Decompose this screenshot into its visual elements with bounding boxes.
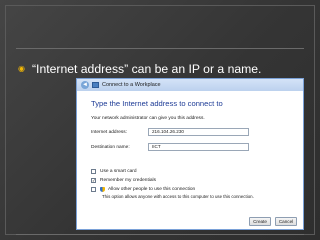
allow-others-label: Allow other people to use this connectio… xyxy=(108,186,196,192)
smart-card-option[interactable]: Use a smart card xyxy=(91,168,137,174)
allow-others-description: This option allows anyone with access to… xyxy=(102,194,254,199)
internet-address-label: Internet address: xyxy=(91,130,127,135)
smart-card-checkbox[interactable] xyxy=(91,168,96,174)
top-divider xyxy=(16,48,304,49)
remember-credentials-checkbox[interactable]: ✓ xyxy=(91,177,96,183)
dialog-heading: Type the Internet address to connect to xyxy=(91,99,223,108)
back-arrow-icon[interactable]: ◄ xyxy=(81,81,89,89)
network-icon xyxy=(92,82,99,88)
bullet-icon: ◉ xyxy=(18,64,25,73)
dialog-title: Connect to a Workplace xyxy=(102,82,161,88)
dialog-titlebar: ◄ Connect to a Workplace xyxy=(77,79,303,91)
dialog-description: Your network administrator can give you … xyxy=(91,116,205,121)
create-button[interactable]: Create xyxy=(249,217,271,226)
internet-address-field[interactable]: 216.104.26.230 xyxy=(148,128,249,136)
allow-others-option[interactable]: Allow other people to use this connectio… xyxy=(91,186,195,192)
bottom-divider xyxy=(16,234,304,235)
connect-dialog: ◄ Connect to a Workplace Type the Intern… xyxy=(76,78,304,230)
bullet-text: “Internet address” can be an IP or a nam… xyxy=(32,61,262,76)
cancel-button[interactable]: Cancel xyxy=(275,217,297,226)
shield-icon xyxy=(100,186,105,192)
remember-credentials-option[interactable]: ✓ Remember my credentials xyxy=(91,177,156,183)
destination-name-label: Destination name: xyxy=(91,145,130,150)
smart-card-label: Use a smart card xyxy=(100,168,137,174)
allow-others-checkbox[interactable] xyxy=(91,186,96,192)
remember-credentials-label: Remember my credentials xyxy=(100,177,156,183)
bullet-point: ◉ “Internet address” can be an IP or a n… xyxy=(18,61,261,77)
destination-name-field[interactable]: IICT xyxy=(148,143,249,151)
